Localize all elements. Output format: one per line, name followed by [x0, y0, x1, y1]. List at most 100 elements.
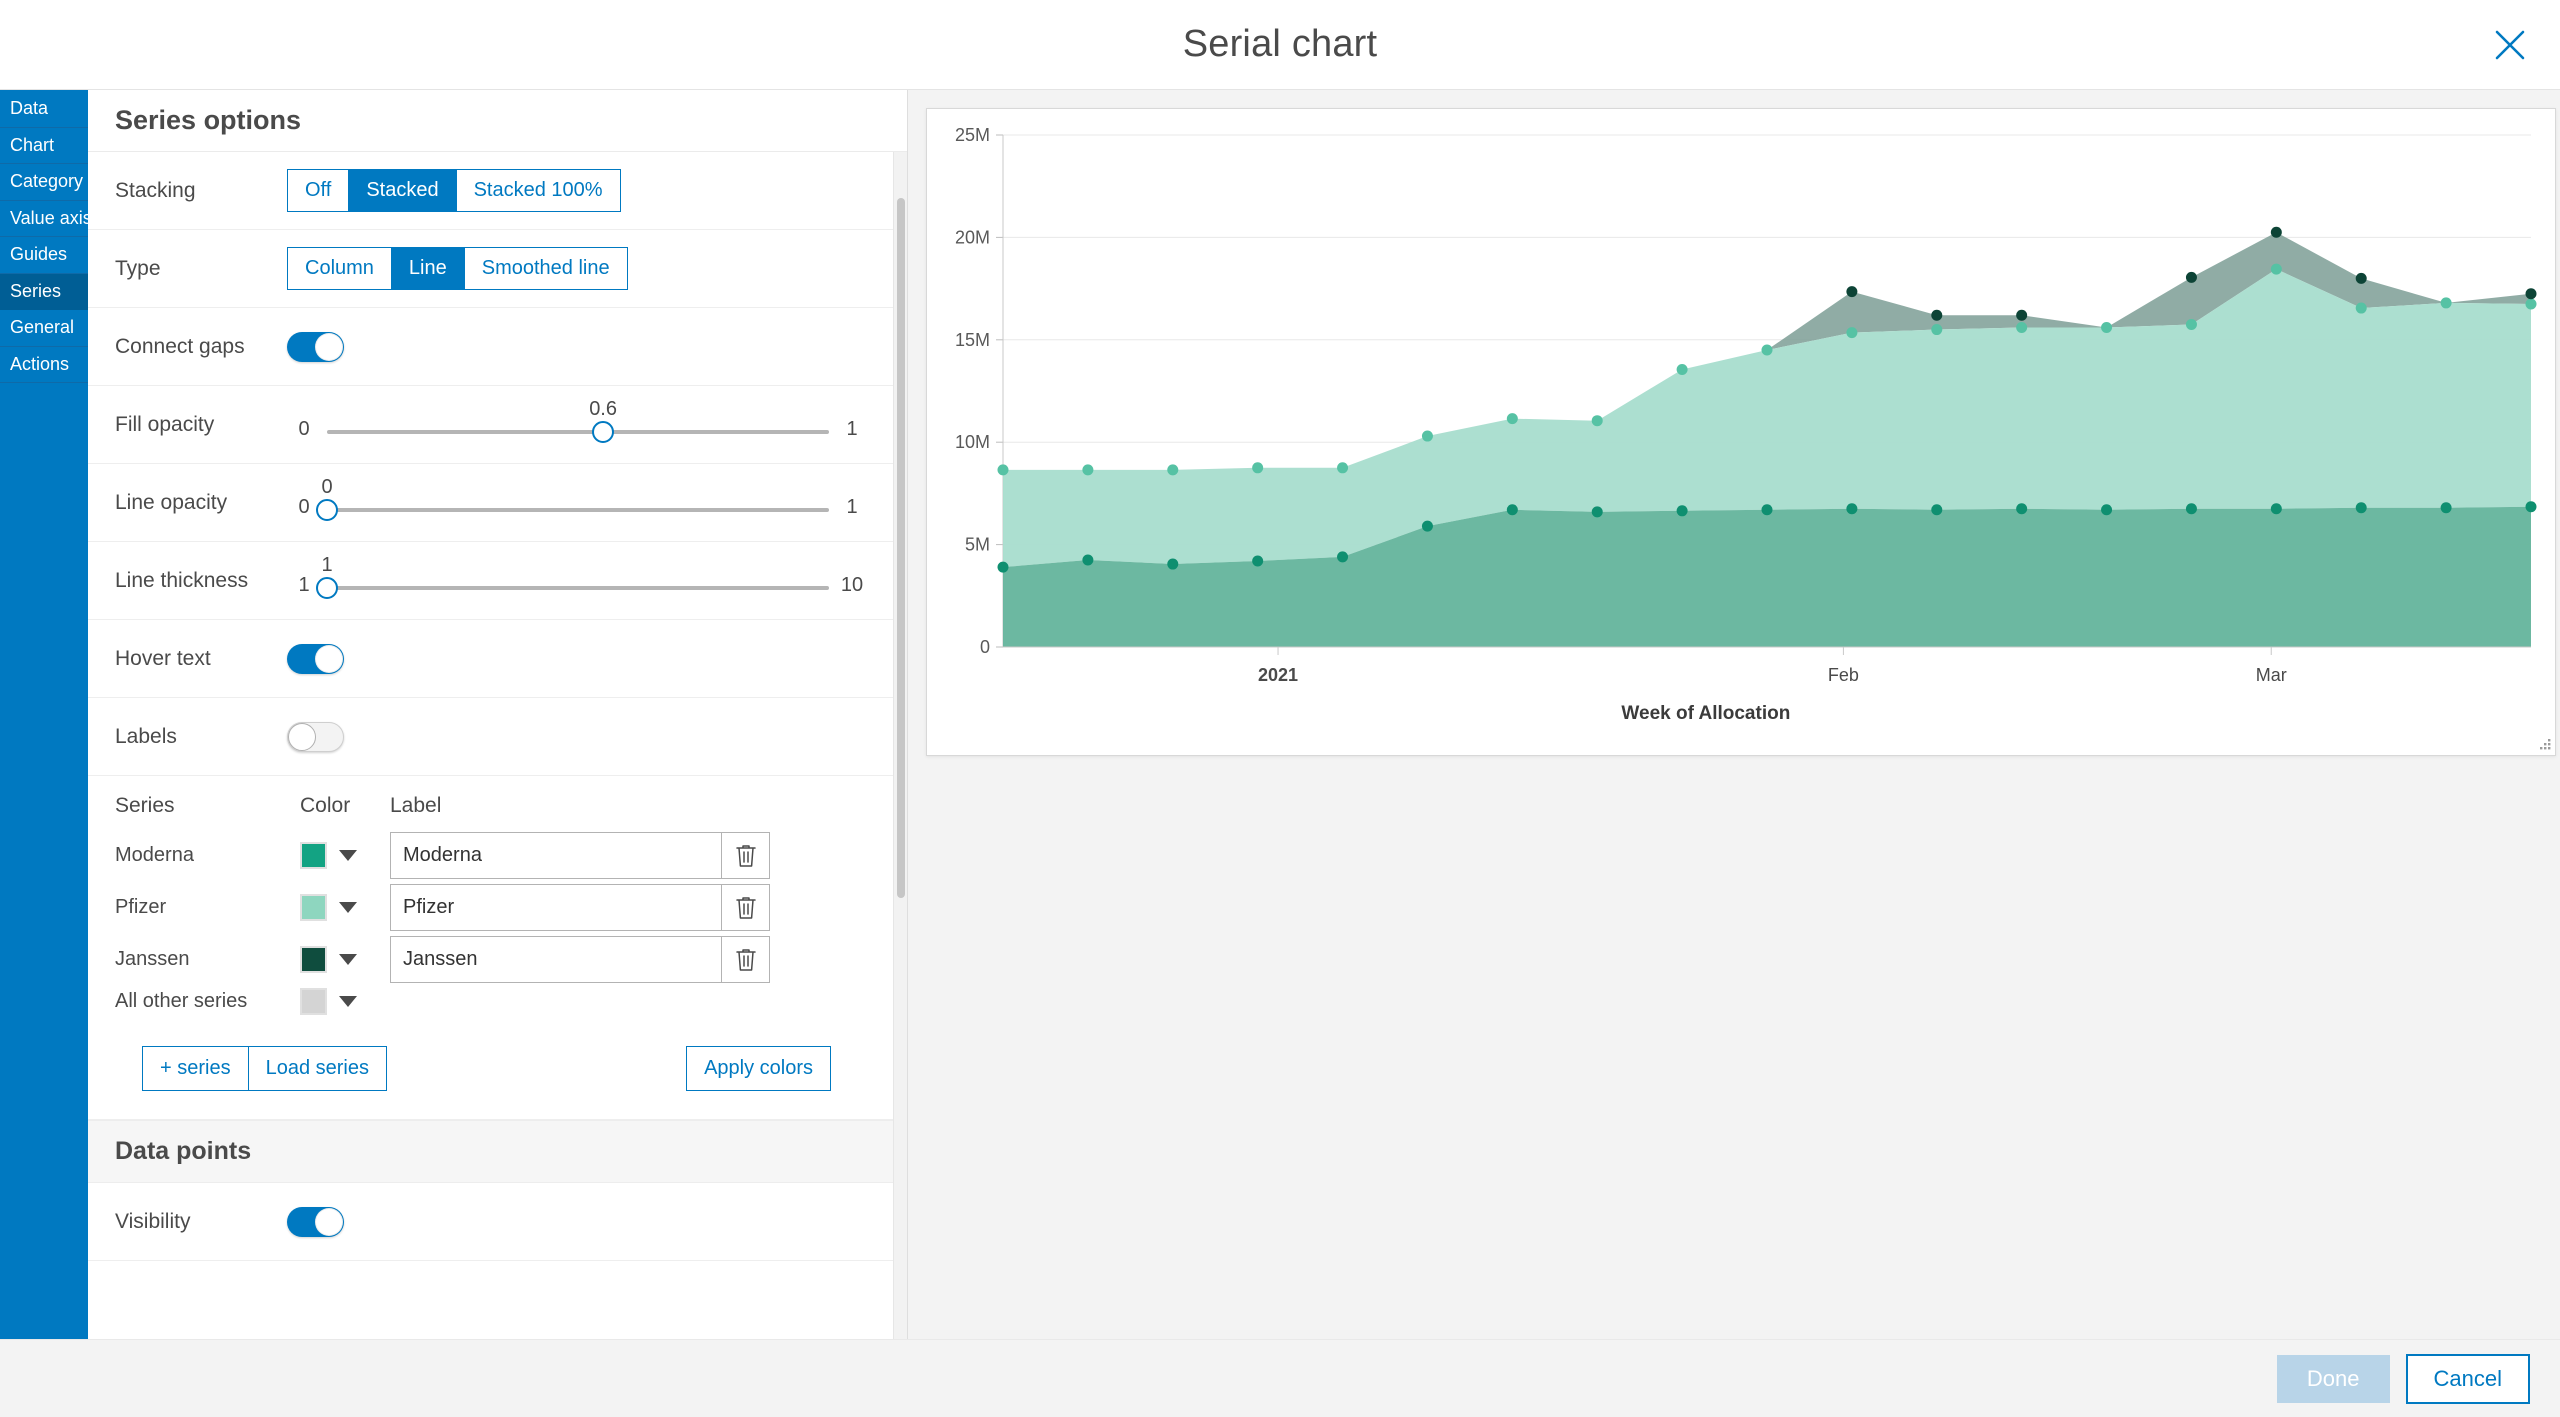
labels-label: Labels [115, 724, 177, 748]
resize-handle-icon[interactable] [2536, 736, 2552, 752]
row-labels: Labels [88, 698, 907, 776]
sidebar-item-label: General [10, 317, 75, 338]
labels-toggle[interactable] [287, 721, 344, 752]
table-row: Pfizer [115, 884, 869, 936]
color-swatch[interactable] [300, 988, 327, 1015]
line-thickness-slider[interactable]: 1 [316, 554, 829, 606]
row-connect-gaps: Connect gaps [88, 308, 907, 386]
delete-series-button-janssen[interactable] [722, 936, 770, 983]
load-series-button[interactable]: Load series [247, 1046, 387, 1091]
slider-handle[interactable] [316, 498, 338, 521]
svg-text:Week of Allocation: Week of Allocation [1621, 703, 1790, 724]
pane-header: Series options [88, 90, 907, 152]
line-opacity-slider[interactable]: 0 [316, 476, 829, 528]
row-line-thickness: Line thickness 1 1 10 [88, 542, 907, 620]
hover-text-label: Hover text [115, 646, 211, 670]
svg-text:5M: 5M [965, 535, 990, 555]
chevron-down-icon[interactable] [339, 954, 357, 965]
table-row: All other series [115, 988, 869, 1020]
chart-card[interactable]: 0 5M 10M 15M 20M 25M 2021 Feb Mar Week of Allocat… [926, 108, 2556, 756]
svg-text:0: 0 [980, 637, 990, 657]
sidebar-item-label: Chart [10, 134, 55, 155]
close-icon[interactable] [2482, 17, 2538, 73]
chevron-down-icon[interactable] [339, 902, 357, 913]
slider-handle[interactable] [592, 420, 615, 443]
series-label-input-moderna[interactable] [390, 832, 722, 879]
delete-series-button-moderna[interactable] [722, 832, 770, 879]
apply-colors-button[interactable]: Apply colors [686, 1046, 831, 1091]
sidebar-item-label: Data [10, 98, 49, 119]
slider-track [327, 507, 829, 512]
sidebar-item-general[interactable]: General [0, 310, 88, 347]
svg-text:2021: 2021 [1258, 665, 1298, 685]
sidebar-item-data[interactable]: Data [0, 91, 88, 128]
slider-handle[interactable] [316, 576, 338, 599]
row-stacking: Stacking Off Stacked Stacked 100% [88, 152, 907, 230]
table-row: Moderna [115, 832, 869, 884]
scrollbar-thumb[interactable] [897, 198, 905, 898]
sidebar-item-label: Guides [10, 244, 68, 265]
delete-series-button-pfizer[interactable] [722, 884, 770, 931]
color-picker-moderna[interactable] [300, 842, 390, 869]
col-header-color: Color [300, 794, 351, 817]
row-type: Type Column Line Smoothed line [88, 230, 907, 308]
hover-text-toggle[interactable] [287, 643, 344, 674]
sidebar-item-series[interactable]: Series [0, 273, 88, 310]
series-label-input-janssen[interactable] [390, 936, 722, 983]
modal-header: Serial chart [0, 0, 2560, 90]
sidebar-item-category-axis[interactable]: Category axis [0, 164, 120, 201]
type-option-column[interactable]: Column [287, 247, 392, 290]
series-label-input-pfizer[interactable] [390, 884, 722, 931]
fill-opacity-max: 1 [846, 418, 858, 440]
chevron-down-icon[interactable] [339, 850, 357, 861]
visibility-toggle[interactable] [287, 1206, 344, 1237]
pane-title: Series options [115, 105, 302, 135]
toggle-knob [315, 644, 343, 673]
fill-opacity-slider[interactable]: 0.6 [327, 398, 829, 450]
stacking-option-stacked-100[interactable]: Stacked 100% [455, 169, 621, 212]
slider-track [327, 585, 829, 590]
series-table: Series Color Label Moderna Moderna Pfize… [115, 794, 869, 1020]
connect-gaps-toggle[interactable] [287, 331, 344, 362]
line-opacity-label: Line opacity [115, 490, 228, 514]
series-options-pane: Series options Stacking Off Stacked Stac… [88, 90, 908, 1339]
type-option-smoothed-line[interactable]: Smoothed line [463, 247, 628, 290]
line-thickness-value: 1 [321, 553, 333, 576]
series-left-buttons: + series Load series [142, 1046, 387, 1091]
series-name-pfizer: Pfizer [115, 896, 167, 918]
sidebar-item-actions[interactable]: Actions [0, 347, 88, 383]
sidebar-item-value-axis[interactable]: Value axis [0, 201, 92, 237]
svg-text:Feb: Feb [1828, 665, 1859, 685]
color-swatch[interactable] [300, 946, 327, 973]
stacking-option-off[interactable]: Off [287, 169, 350, 212]
cancel-button[interactable]: Cancel [2405, 1353, 2530, 1404]
line-thickness-slider-wrap: 1 1 10 [287, 554, 869, 606]
color-picker-pfizer[interactable] [300, 894, 390, 921]
type-option-line[interactable]: Line [390, 247, 465, 290]
sidebar-item-chart[interactable]: Chart [0, 128, 88, 164]
connect-gaps-label: Connect gaps [115, 334, 245, 358]
color-picker-janssen[interactable] [300, 946, 390, 973]
svg-text:20M: 20M [955, 227, 990, 247]
svg-text:10M: 10M [955, 432, 990, 452]
color-swatch[interactable] [300, 894, 327, 921]
add-series-button[interactable]: + series [142, 1046, 249, 1091]
serial-chart-modal: Serial chart Data Chart Category axis Va… [0, 0, 2560, 1417]
type-label: Type [115, 256, 161, 280]
series-name-janssen: Janssen [115, 948, 190, 970]
sidebar-item-guides[interactable]: Guides [0, 237, 88, 274]
done-button[interactable]: Done [2276, 1354, 2390, 1403]
modal-footer: Done Cancel [0, 1339, 2560, 1417]
chevron-down-icon[interactable] [339, 996, 357, 1007]
options-scrollbar[interactable] [893, 152, 907, 1339]
stacking-option-stacked[interactable]: Stacked [348, 169, 457, 212]
color-swatch[interactable] [300, 842, 327, 869]
fill-opacity-label: Fill opacity [115, 412, 215, 436]
modal-body: Data Chart Category axis Value axis Guid… [0, 90, 2560, 1339]
row-line-opacity: Line opacity 0 0 1 [88, 464, 907, 542]
fill-opacity-slider-wrap: 0 0.6 1 [287, 398, 869, 450]
series-table-header-row: Series Color Label [115, 794, 869, 832]
toggle-knob [315, 332, 343, 361]
color-picker-all-other[interactable] [300, 988, 390, 1015]
sidebar-item-label: Value axis [10, 207, 92, 228]
